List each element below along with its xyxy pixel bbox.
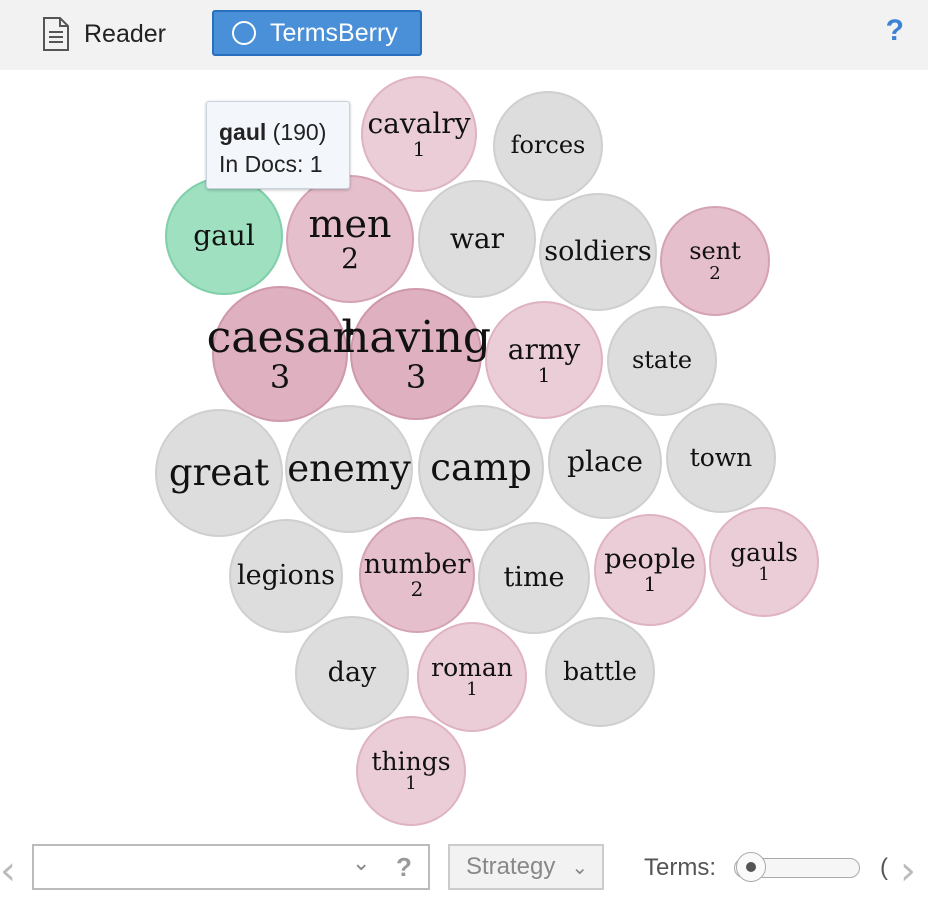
term-label: cavalry bbox=[367, 107, 471, 141]
term-bubble-sent[interactable]: sent 2 bbox=[660, 206, 770, 316]
tab-termsberry-label: TermsBerry bbox=[270, 18, 398, 47]
tab-reader-label: Reader bbox=[84, 19, 166, 48]
term-label: roman bbox=[431, 652, 513, 682]
help-icon[interactable]: ? bbox=[886, 14, 904, 48]
term-bubble-caesar[interactable]: caesar 3 bbox=[207, 286, 353, 422]
term-count: 1 bbox=[643, 572, 657, 597]
chevron-down-icon: ⌄ bbox=[571, 856, 589, 879]
term-label: state bbox=[631, 346, 693, 375]
strategy-label: Strategy bbox=[466, 853, 556, 880]
term-count: 1 bbox=[466, 679, 478, 701]
term-bubble-army[interactable]: army 1 bbox=[485, 301, 603, 419]
terms-slider-handle[interactable] bbox=[736, 852, 766, 882]
term-label: things bbox=[371, 746, 451, 776]
circle-icon bbox=[232, 21, 256, 45]
terms-paren: ( bbox=[880, 854, 888, 881]
term-label: caesar bbox=[206, 311, 354, 363]
term-bubble-day[interactable]: day bbox=[295, 616, 409, 730]
term-bubble-great[interactable]: great bbox=[155, 409, 283, 537]
term-count: 2 bbox=[341, 241, 359, 275]
term-label: gauls bbox=[730, 537, 798, 567]
term-bubble-soldiers[interactable]: soldiers bbox=[539, 193, 657, 311]
term-bubble-gauls[interactable]: gauls 1 bbox=[709, 507, 819, 617]
term-bubble-people[interactable]: people 1 bbox=[594, 514, 706, 626]
document-icon bbox=[43, 17, 69, 51]
term-label: enemy bbox=[287, 446, 411, 490]
term-label: men bbox=[308, 202, 392, 247]
term-label: battle bbox=[563, 656, 637, 686]
term-bubble-cavalry[interactable]: cavalry 1 bbox=[361, 76, 477, 192]
term-label: camp bbox=[430, 445, 532, 489]
term-bubble-state[interactable]: state bbox=[607, 306, 717, 416]
tooltip-count: (190) bbox=[272, 119, 327, 145]
term-count: 1 bbox=[405, 773, 417, 795]
term-bubble-forces[interactable]: forces bbox=[493, 91, 603, 201]
tooltip-term-line: gaul (190) bbox=[219, 116, 349, 148]
term-label: soldiers bbox=[544, 235, 652, 267]
term-label: day bbox=[327, 656, 377, 688]
term-label: sent bbox=[689, 237, 741, 266]
term-count: 2 bbox=[709, 262, 721, 284]
term-label: having bbox=[341, 311, 492, 363]
top-bar: Reader TermsBerry ? bbox=[0, 0, 928, 70]
tooltip-term: gaul bbox=[219, 119, 267, 145]
term-bubble-place[interactable]: place bbox=[548, 405, 662, 519]
term-label: people bbox=[604, 543, 696, 575]
prev-arrow-icon[interactable]: ‹ bbox=[0, 848, 16, 894]
term-bubble-camp[interactable]: camp bbox=[418, 405, 544, 531]
term-label: army bbox=[507, 333, 581, 367]
term-label: place bbox=[567, 445, 643, 479]
term-bubble-men[interactable]: men 2 bbox=[286, 175, 414, 303]
term-tooltip: gaul (190) In Docs: 1 bbox=[206, 101, 350, 189]
term-count: 3 bbox=[269, 358, 291, 397]
term-bubble-legions[interactable]: legions bbox=[229, 519, 343, 633]
term-bubble-time[interactable]: time bbox=[478, 522, 590, 634]
term-count: 3 bbox=[405, 358, 427, 397]
term-label: war bbox=[449, 222, 505, 256]
term-bubble-number[interactable]: number 2 bbox=[359, 517, 475, 633]
term-count: 1 bbox=[537, 362, 551, 387]
terms-bubble-area: cavalry 1 forces gaul men 2 war soldiers… bbox=[0, 70, 928, 840]
terms-label: Terms: bbox=[644, 854, 716, 881]
term-count: 1 bbox=[412, 136, 426, 161]
combo-help-icon[interactable]: ? bbox=[396, 852, 412, 883]
term-search-combo[interactable]: ⌄ ? bbox=[32, 844, 430, 890]
term-bubble-gaul[interactable]: gaul bbox=[165, 177, 283, 295]
tooltip-docs: In Docs: 1 bbox=[219, 151, 323, 178]
term-bubble-battle[interactable]: battle bbox=[545, 617, 655, 727]
term-bubble-war[interactable]: war bbox=[418, 180, 536, 298]
term-bubble-town[interactable]: town bbox=[666, 403, 776, 513]
term-bubble-having[interactable]: having 3 bbox=[341, 288, 491, 420]
term-label: number bbox=[363, 548, 471, 580]
chevron-down-icon[interactable]: ⌄ bbox=[352, 850, 370, 876]
term-label: gaul bbox=[193, 219, 255, 253]
term-label: forces bbox=[510, 131, 586, 160]
term-label: legions bbox=[236, 559, 336, 591]
term-bubble-roman[interactable]: roman 1 bbox=[417, 622, 527, 732]
term-count: 1 bbox=[758, 564, 770, 586]
term-count: 2 bbox=[410, 577, 424, 602]
term-label: town bbox=[689, 442, 753, 472]
tab-reader[interactable]: Reader bbox=[40, 14, 166, 54]
term-bubble-things[interactable]: things 1 bbox=[356, 716, 466, 826]
next-arrow-icon[interactable]: › bbox=[900, 848, 916, 894]
tab-termsberry[interactable]: TermsBerry bbox=[212, 10, 422, 56]
term-bubble-enemy[interactable]: enemy bbox=[285, 405, 413, 533]
term-label: time bbox=[503, 561, 565, 593]
term-label: great bbox=[168, 450, 270, 494]
strategy-dropdown[interactable]: Strategy ⌄ bbox=[448, 844, 604, 890]
